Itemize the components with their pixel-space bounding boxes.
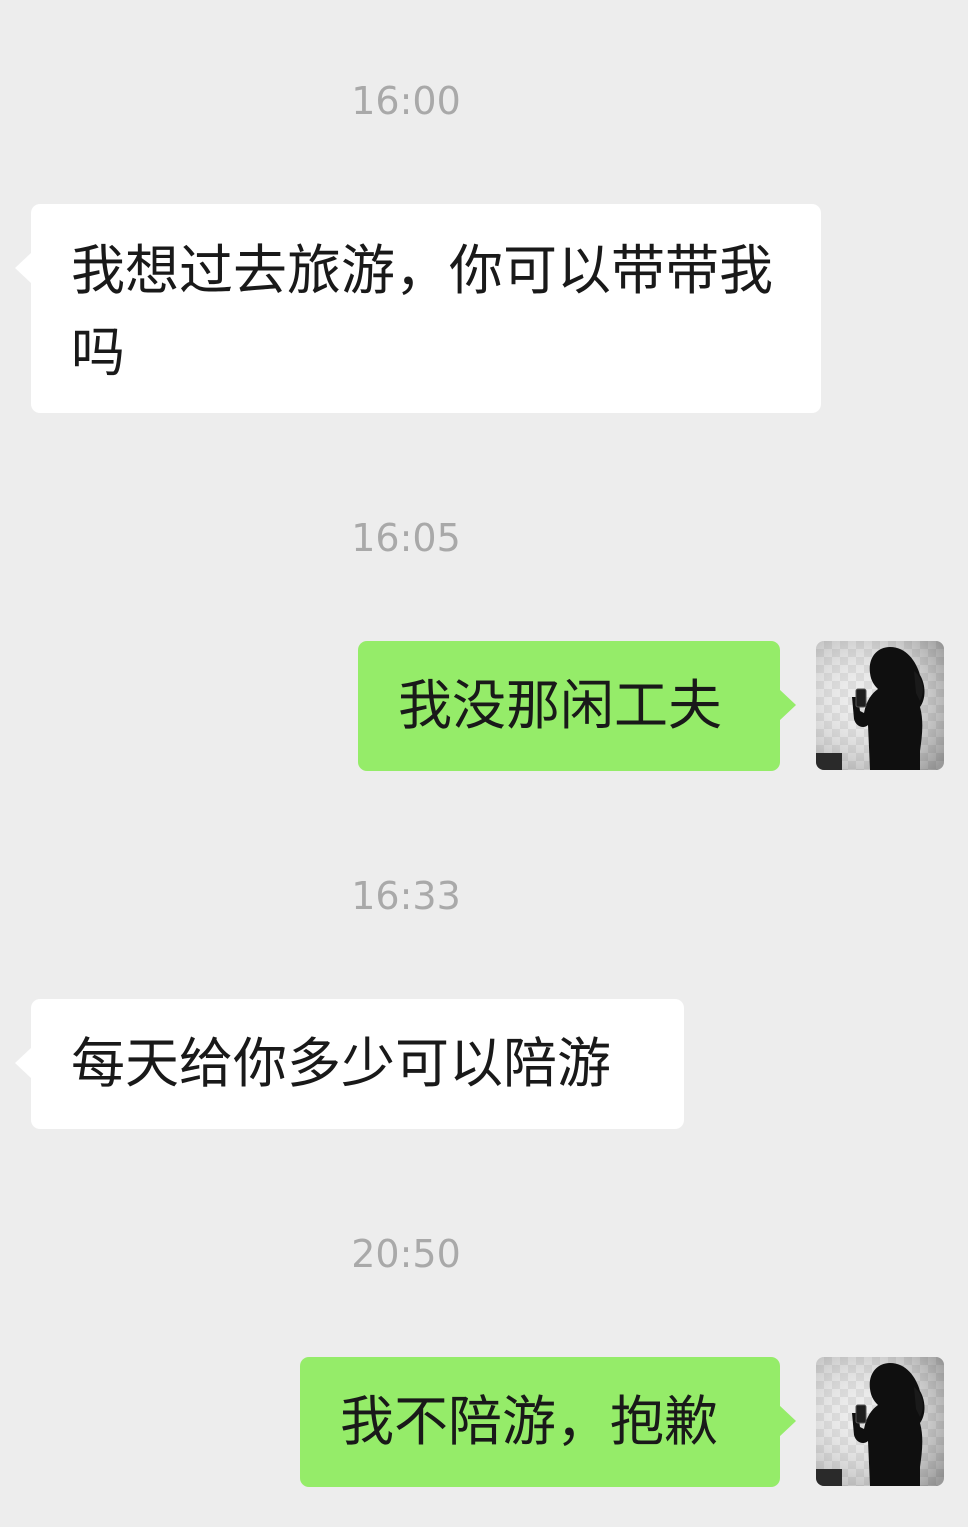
incoming-message-bubble[interactable]: 我想过去旅游，你可以带带我吗 (15, 204, 821, 413)
timestamp: 20:50 (351, 1232, 461, 1276)
silhouette-avatar-icon (816, 1357, 944, 1486)
user-avatar[interactable] (816, 1357, 944, 1486)
incoming-message-bubble[interactable]: 每天给你多少可以陪游 (15, 999, 684, 1129)
user-avatar[interactable] (816, 641, 944, 770)
silhouette-avatar-icon (816, 641, 944, 770)
message-text: 我想过去旅游，你可以带带我吗 (71, 239, 773, 384)
message-text: 我不陪游，抱歉 (340, 1390, 718, 1453)
message-text: 我没那闲工夫 (398, 674, 722, 737)
timestamp: 16:05 (351, 516, 461, 560)
timestamp: 16:33 (351, 874, 461, 918)
timestamp: 16:00 (351, 79, 461, 123)
outgoing-message-bubble[interactable]: 我不陪游，抱歉 (300, 1357, 796, 1487)
message-text: 每天给你多少可以陪游 (71, 1032, 611, 1095)
outgoing-message-bubble[interactable]: 我没那闲工夫 (358, 641, 796, 771)
